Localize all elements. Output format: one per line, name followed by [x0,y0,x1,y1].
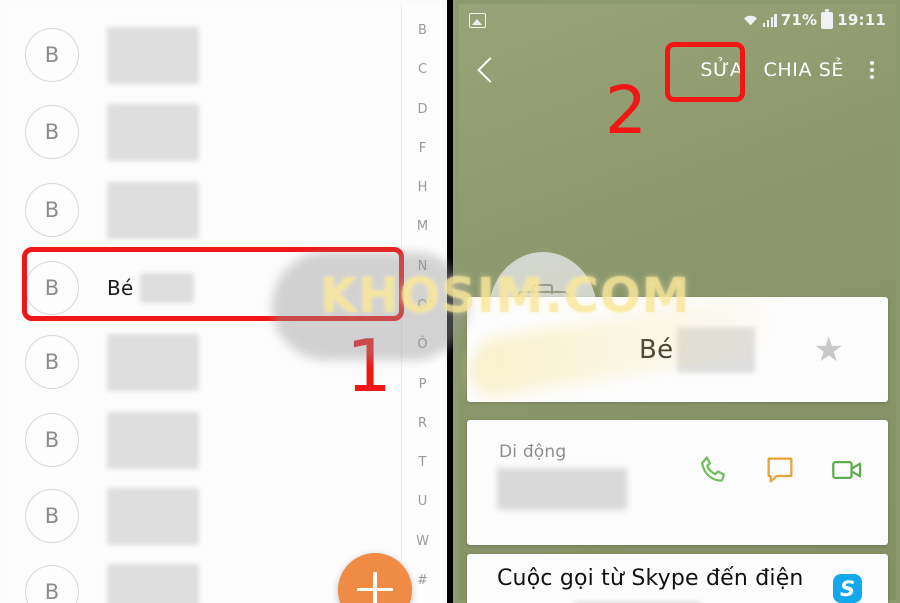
wifi-icon [744,15,757,26]
status-right: 71% 19:11 [742,9,886,29]
contact-name [107,181,199,239]
index-letter[interactable]: H [418,181,428,194]
phone-number-card: Di động [467,420,888,545]
kebab-menu-icon[interactable] [864,59,880,82]
index-letter[interactable]: D [417,103,427,116]
redacted-name [107,181,199,239]
plus-icon [373,572,377,603]
contact-name [107,411,199,469]
avatar: B [25,183,79,237]
skype-icon[interactable]: S [833,574,862,603]
list-item[interactable]: B [3,97,408,167]
app-bar: SỬA CHIA SẺ [459,38,896,102]
avatar: B [25,565,79,603]
video-call-icon[interactable] [830,454,864,486]
contacts-screen: B B B B Bé B B B B B C D F H M N O Ô P R… [0,0,447,603]
contact-detail-screen: 71% 19:11 SỬA CHIA SẺ Bé ★ Di động Cuộc … [453,0,900,603]
redacted-name [677,326,756,373]
list-item[interactable]: B [3,175,408,245]
call-icon[interactable] [698,454,730,486]
clock: 19:11 [837,11,886,29]
redacted-name [107,333,199,391]
contact-name-card[interactable]: Bé ★ [467,297,888,402]
annotation-number-1: 1 [346,324,392,408]
list-item-be[interactable]: B Bé [3,253,408,323]
contact-name-text: Bé [639,334,674,365]
avatar: B [25,489,79,543]
index-letter[interactable]: F [419,142,426,155]
redacted-phone-number [497,468,627,510]
signal-icon [763,13,777,27]
redacted-name [139,273,194,303]
phone-label: Di động [499,442,567,462]
list-item[interactable]: B [3,481,408,551]
index-letter[interactable]: # [417,574,428,587]
annotation-number-2: 2 [605,72,647,149]
index-letter[interactable]: B [418,24,427,37]
battery-percent: 71% [780,11,818,29]
redacted-name [107,411,199,469]
index-letter[interactable]: Ô [417,338,427,351]
share-button[interactable]: CHIA SẺ [764,59,844,81]
status-bar: 71% 19:11 [459,4,896,36]
battery-icon [821,9,834,29]
skype-title: Cuộc gọi từ Skype đến điện [497,566,804,591]
image-icon [469,12,486,28]
avatar: B [25,335,79,389]
contact-name [107,103,199,161]
contact-name-text: Bé [107,276,134,300]
screenshot-root: B B B B Bé B B B B B C D F H M N O Ô P R… [0,0,900,603]
contact-name [107,26,199,84]
index-letter[interactable]: W [416,535,429,548]
contact-name [107,333,199,391]
list-item[interactable]: B [3,405,408,475]
avatar: B [25,105,79,159]
index-letter[interactable]: C [418,63,427,76]
contact-name [107,487,199,545]
index-letter[interactable]: T [419,456,427,469]
index-letter[interactable]: M [417,220,428,233]
redacted-name [107,103,199,161]
index-letter[interactable]: U [418,495,428,508]
edit-button[interactable]: SỬA [700,59,743,81]
list-item[interactable]: B [3,20,408,90]
contact-name: Bé [107,273,194,303]
phone-actions [698,454,864,486]
contact-name [107,563,199,603]
index-letter[interactable]: R [418,417,427,430]
app-bar-actions: SỬA CHIA SẺ [700,59,896,82]
index-letter[interactable]: O [417,299,427,312]
avatar: B [25,28,79,82]
index-letter[interactable]: N [418,260,428,273]
star-icon[interactable]: ★ [814,333,844,367]
skype-call-card[interactable]: Cuộc gọi từ Skype đến điện S [467,554,888,603]
contact-name: Bé [639,326,756,373]
avatar: B [25,413,79,467]
status-left [469,12,486,28]
back-arrow-icon[interactable] [477,57,503,83]
redacted-name [107,487,199,545]
contact-cover-photo: 71% 19:11 SỬA CHIA SẺ Bé ★ Di động Cuộc … [459,4,896,603]
redacted-name [107,26,199,84]
contacts-list: B B B B Bé B B B B B C D F H M N O Ô P R… [3,5,443,603]
alphabet-index[interactable]: B C D F H M N O Ô P R T U W # [401,5,443,603]
message-icon[interactable] [764,454,796,486]
index-letter[interactable]: P [419,378,427,391]
avatar: B [25,261,79,315]
redacted-name [107,563,199,603]
